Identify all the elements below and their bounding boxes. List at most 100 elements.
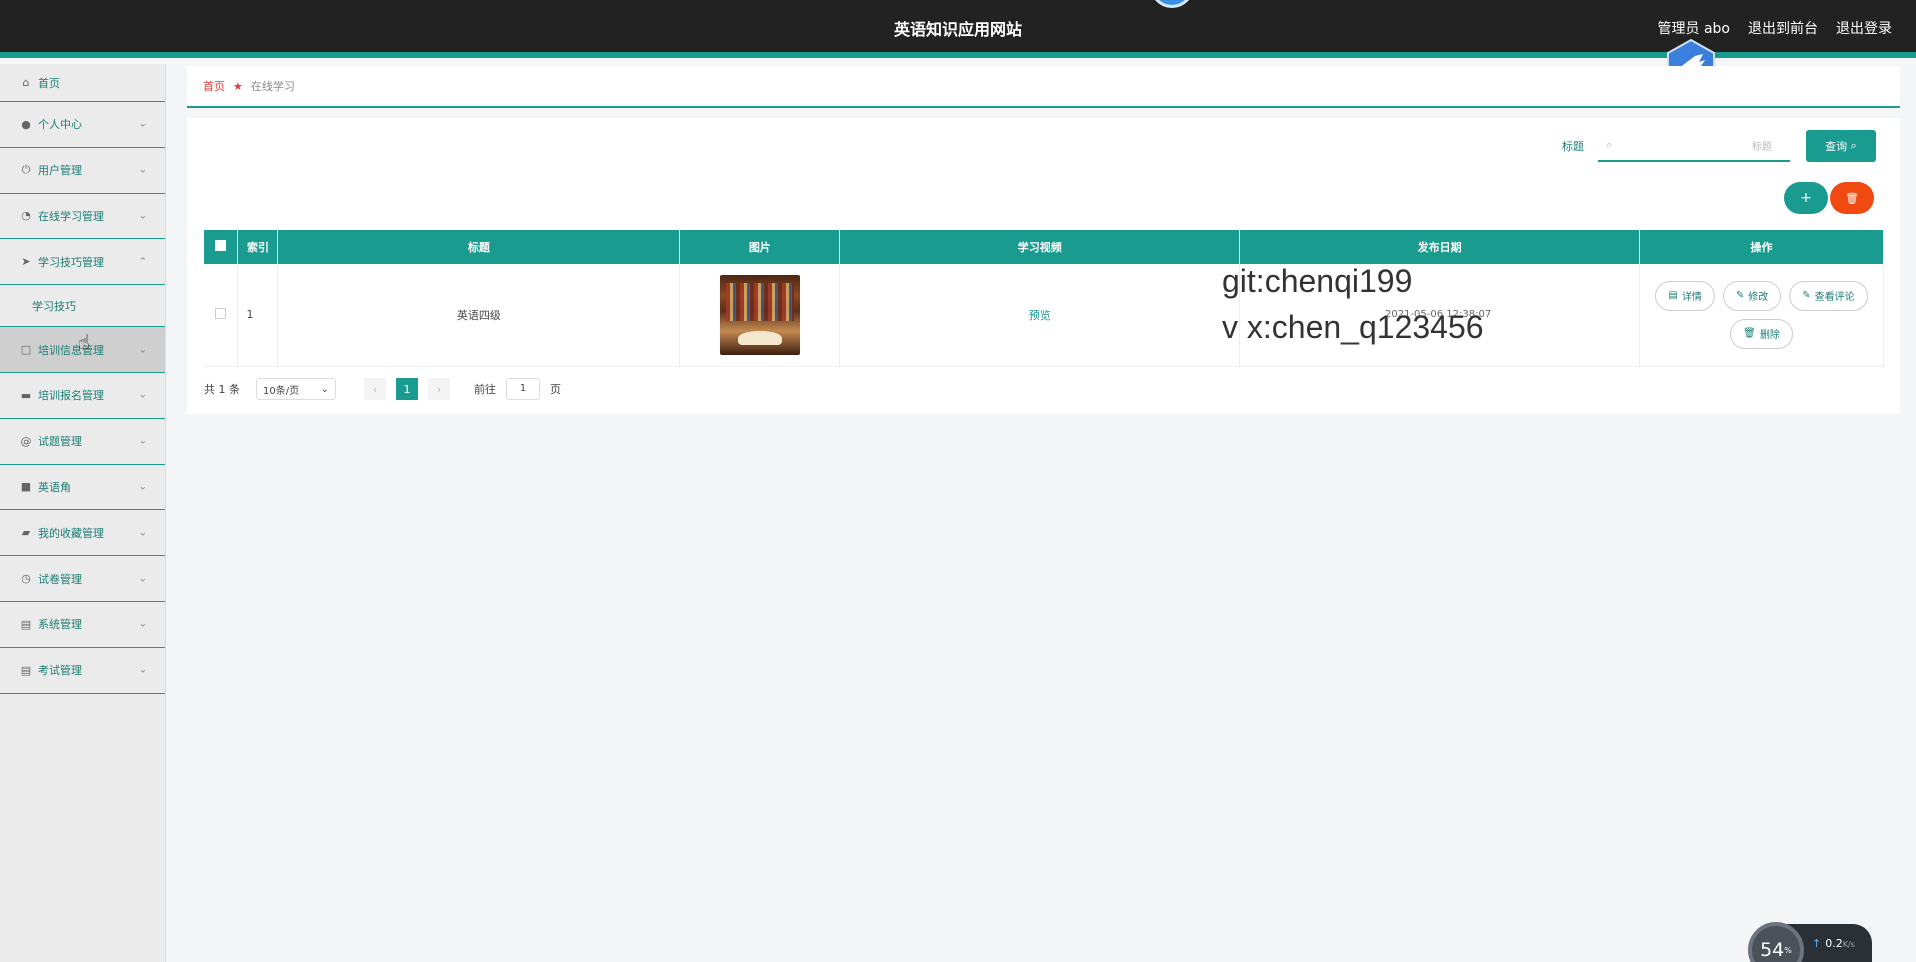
chevron-down-icon: ⌄ xyxy=(138,618,147,630)
chevron-down-icon: ⌄ xyxy=(138,164,147,176)
home-icon: ⌂ xyxy=(22,76,30,89)
logout-link[interactable]: 退出登录 xyxy=(1836,18,1892,38)
prev-page-button[interactable]: ‹ xyxy=(364,378,386,400)
sidebar-item-label: 在线学习管理 xyxy=(38,209,104,223)
arrow-up-icon: ↑ xyxy=(1812,936,1822,950)
speed-unit: K/s xyxy=(1842,939,1855,949)
sidebar-item-training-signup[interactable]: ▬ 培训报名管理 ⌄ xyxy=(0,373,165,419)
chevron-down-icon: ⌄ xyxy=(138,573,147,585)
view-comments-button[interactable]: ✎ 查看评论 xyxy=(1789,280,1868,311)
pagination: 共 1 条 10条/页 ⌄ ‹ 1 › 前往 1 页 xyxy=(204,378,561,400)
clock-icon: ◷ xyxy=(21,572,31,586)
chevron-down-icon: ⌄ xyxy=(138,389,147,401)
query-button[interactable]: 查询 ⌕ xyxy=(1806,130,1876,162)
site-title: 英语知识应用网站 xyxy=(893,20,1022,39)
chat-icon: ▬ xyxy=(20,388,32,402)
sidebar-item-exam-papers[interactable]: ◷ 试卷管理 ⌄ xyxy=(0,556,165,602)
search-icon: ⌕ xyxy=(1606,138,1613,151)
row-image-cell xyxy=(679,264,841,367)
page-size-value: 10条/页 xyxy=(263,385,300,397)
sidebar-item-label: 考试管理 xyxy=(38,664,82,678)
chevron-down-icon: ⌄ xyxy=(320,383,329,395)
to-front-link[interactable]: 退出到前台 xyxy=(1748,18,1818,38)
sidebar-item-exams[interactable]: ▤ 考试管理 ⌄ xyxy=(0,648,165,694)
trash-icon: 🗑 xyxy=(1845,191,1859,205)
sidebar-item-label: 系统管理 xyxy=(38,618,82,632)
page-size-select[interactable]: 10条/页 ⌄ xyxy=(256,378,336,400)
row-select-cell xyxy=(204,264,239,367)
sidebar-item-study-tips[interactable]: ➤ 学习技巧管理 ⌃ xyxy=(0,239,165,286)
row-checkbox[interactable] xyxy=(215,307,227,319)
main-panel: 标题 ⌕ 标题 查询 ⌕ + 🗑 索引 标题 图片 学习视频 发布日期 操作 1… xyxy=(187,118,1900,414)
top-right-links: 管理员 abo 退出到前台 退出登录 xyxy=(1658,18,1892,38)
chevron-down-icon: ⌄ xyxy=(138,210,147,222)
row-index: 1 xyxy=(237,264,279,367)
goto-label: 前往 xyxy=(474,383,496,396)
next-page-button[interactable]: › xyxy=(428,378,450,400)
page-number-current[interactable]: 1 xyxy=(396,378,418,400)
delete-button[interactable]: 🗑 删除 xyxy=(1730,318,1793,349)
detail-button[interactable]: ▤ 详情 xyxy=(1655,280,1715,311)
edit-icon: ✎ xyxy=(1802,290,1811,302)
sidebar-item-system[interactable]: ▤ 系统管理 ⌄ xyxy=(0,602,165,648)
sidebar-item-label: 个人中心 xyxy=(38,118,82,132)
batch-delete-button[interactable]: 🗑 xyxy=(1830,182,1874,214)
edit-button[interactable]: ✎ 修改 xyxy=(1722,280,1782,311)
sidebar-item-online-learning[interactable]: ◔ 在线学习管理 ⌄ xyxy=(0,194,165,240)
folder-icon: ▰ xyxy=(21,526,31,540)
select-all-checkbox[interactable] xyxy=(215,240,227,251)
sidebar-item-label: 学习技巧管理 xyxy=(38,255,104,269)
breadcrumb-current: 在线学习 xyxy=(250,80,295,93)
select-all-header xyxy=(204,230,239,264)
network-speed-widget[interactable]: 54% ↑ 0.2K/s xyxy=(1748,922,1872,962)
delete-label: 删除 xyxy=(1759,330,1780,342)
chevron-down-icon: ⌄ xyxy=(138,527,147,539)
chevron-down-icon: ⌄ xyxy=(138,664,147,676)
col-header-image: 图片 xyxy=(679,230,841,264)
search-input[interactable]: ⌕ 标题 xyxy=(1598,130,1790,162)
sidebar-item-personal-center[interactable]: ● 个人中心 ⌄ xyxy=(0,102,165,148)
col-header-index: 索引 xyxy=(237,230,279,264)
breadcrumb-home[interactable]: 首页 xyxy=(203,78,225,94)
search-label: 标题 xyxy=(1562,140,1584,153)
col-header-actions: 操作 xyxy=(1639,230,1884,264)
library-image[interactable] xyxy=(719,274,800,355)
chevron-down-icon: ⌄ xyxy=(138,118,147,130)
mouse-cursor-icon: ☝ xyxy=(78,330,91,354)
sidebar-subitem-study-tips[interactable]: 学习技巧 xyxy=(0,285,165,328)
edit-label: 修改 xyxy=(1748,292,1769,304)
search-bar: 标题 ⌕ 标题 查询 ⌕ xyxy=(1562,130,1876,162)
search-icon: ⌕ xyxy=(1847,139,1857,152)
speed-rate: ↑ 0.2K/s xyxy=(1812,937,1855,950)
watermark: git:chenqi199 v x:chen_q123456 xyxy=(1222,258,1484,350)
sidebar-item-label: 培训信息管理 xyxy=(38,343,104,357)
preview-link[interactable]: 预览 xyxy=(1029,309,1051,322)
sidebar-item-label: 培训报名管理 xyxy=(38,389,104,403)
table-row: 1 英语四级 预览 ▤ 详情 ✎ 修改 ✎ 查看评论 🗑 删除 xyxy=(204,264,1884,367)
sidebar-item-label: 用户管理 xyxy=(38,164,82,178)
sidebar-item-english-corner[interactable]: ■ 英语角 ⌄ xyxy=(0,465,165,511)
watermark-line-1: git:chenqi199 xyxy=(1222,263,1413,299)
sidebar-item-question-management[interactable]: @ 试题管理 ⌄ xyxy=(0,419,165,465)
gauge-icon: ◔ xyxy=(21,209,31,223)
trash-icon: 🗑 xyxy=(1743,328,1756,340)
detail-label: 详情 xyxy=(1681,292,1702,304)
star-icon: ★ xyxy=(233,79,243,93)
pager-total: 共 1 条 xyxy=(204,383,240,396)
sidebar-item-favorites[interactable]: ▰ 我的收藏管理 ⌄ xyxy=(0,510,165,557)
sidebar-item-home[interactable]: ⌂ 首页 xyxy=(0,64,165,102)
admin-label: 管理员 abo xyxy=(1657,21,1730,37)
search-placeholder: 标题 xyxy=(1752,141,1772,153)
power-icon: ⏻ xyxy=(21,163,31,177)
row-actions: ▤ 详情 ✎ 修改 ✎ 查看评论 🗑 删除 xyxy=(1639,264,1884,367)
square-icon: □ xyxy=(20,343,32,357)
sidebar-item-label: 首页 xyxy=(38,76,60,90)
clipboard-icon: ▤ xyxy=(20,617,32,631)
add-button[interactable]: + xyxy=(1784,182,1828,214)
sidebar-item-user-management[interactable]: ⏻ 用户管理 ⌄ xyxy=(0,148,165,194)
goto-input[interactable]: 1 xyxy=(506,378,540,400)
row-video-cell: 预览 xyxy=(839,264,1241,367)
query-button-label: 查询 xyxy=(1825,140,1848,153)
logo-icon xyxy=(1150,0,1194,8)
chevron-up-icon: ⌃ xyxy=(138,256,147,268)
